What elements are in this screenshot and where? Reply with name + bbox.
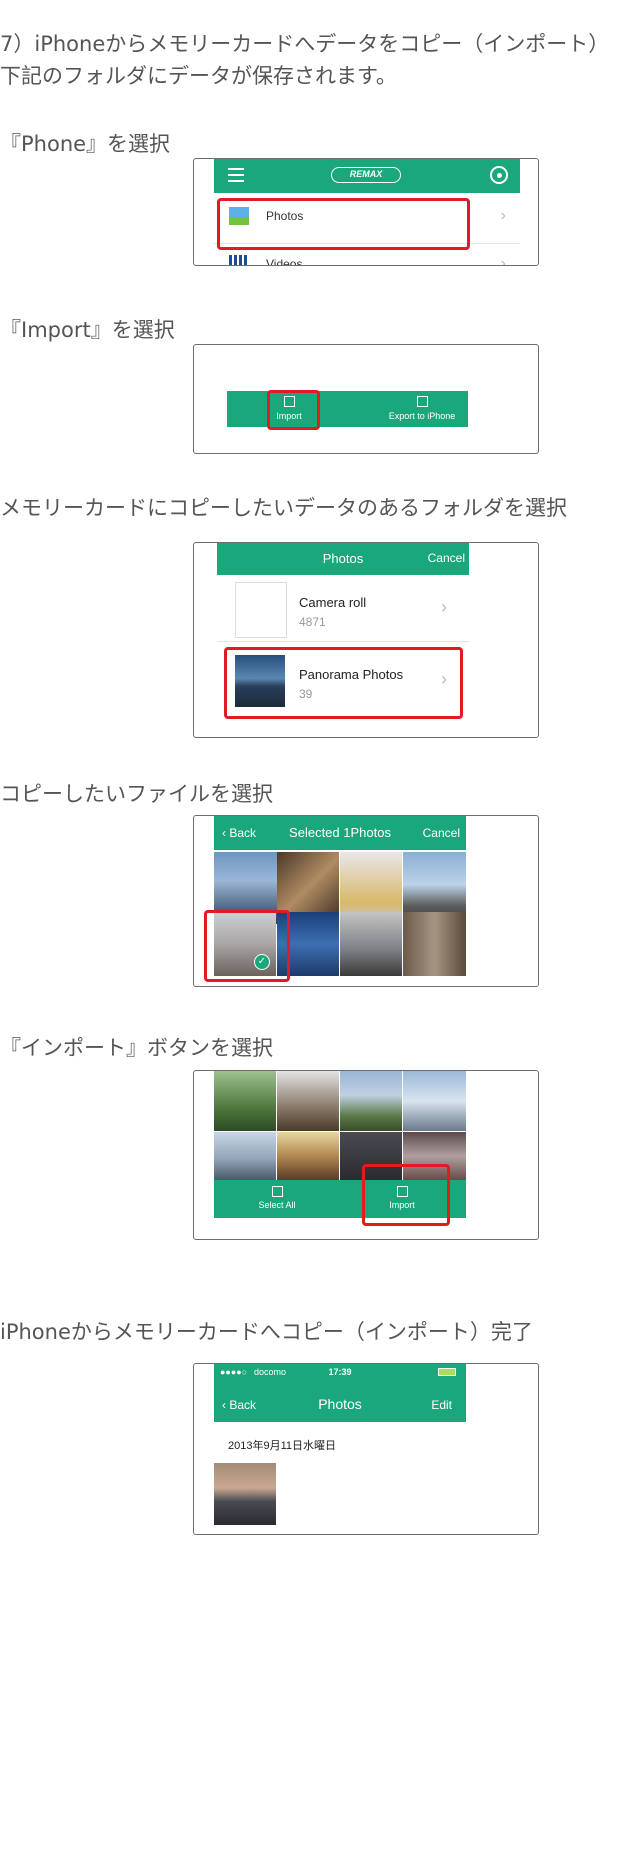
step-title: 7）iPhoneからメモリーカードへデータをコピー（インポート） xyxy=(0,32,610,56)
photo-thumbnail[interactable] xyxy=(214,1071,276,1131)
step-label-file: コピーしたいファイルを選択 xyxy=(0,782,273,806)
photo-thumbnail[interactable] xyxy=(214,1463,276,1525)
videos-icon xyxy=(229,255,249,265)
battery-icon xyxy=(438,1368,456,1376)
chevron-right-icon: › xyxy=(441,597,447,617)
step-label-phone: 『Phone』を選択 xyxy=(0,132,171,156)
select-all-button[interactable]: Select All xyxy=(244,1184,310,1216)
app-header: REMAX xyxy=(214,159,520,193)
app-header: ●●●●○ docomo 17:39 ‹ Back Photos Edit xyxy=(214,1364,466,1422)
edit-button[interactable]: Edit xyxy=(431,1398,452,1412)
export-icon xyxy=(416,396,428,407)
cancel-button[interactable]: Cancel xyxy=(423,826,460,840)
step-label-complete: iPhoneからメモリーカードへコピー（インポート）完了 xyxy=(0,1320,533,1344)
photo-thumbnail[interactable] xyxy=(403,912,466,976)
export-button[interactable]: Export to iPhone xyxy=(377,393,467,425)
screenshot-album-list: Photos Cancel Camera roll 4871 › Panoram… xyxy=(193,542,539,738)
step-label-folder: メモリーカードにコピーしたいデータのあるフォルダを選択 xyxy=(0,496,567,520)
album-name: Camera roll xyxy=(299,595,367,610)
highlight-import xyxy=(362,1164,450,1226)
photo-thumbnail[interactable] xyxy=(214,1132,276,1180)
menu-item-videos-label: Videos xyxy=(266,257,303,266)
highlight-panorama xyxy=(224,647,463,719)
step-label-import: 『Import』を選択 xyxy=(0,318,175,342)
date-header: 2013年9月11日水曜日 xyxy=(228,1440,337,1452)
chevron-right-icon: › xyxy=(500,207,506,224)
music-note-icon[interactable] xyxy=(490,166,508,184)
photo-thumbnail[interactable] xyxy=(403,1071,466,1131)
export-label: Export to iPhone xyxy=(388,411,456,421)
screenshot-import-button: Select All Import xyxy=(193,1070,539,1240)
time-label: 17:39 xyxy=(328,1367,352,1377)
highlight-selected-photo xyxy=(204,910,290,982)
album-header: Photos Cancel xyxy=(217,543,469,575)
camera-roll-thumbnail xyxy=(235,582,287,638)
select-all-icon xyxy=(271,1186,283,1197)
photo-thumbnail[interactable] xyxy=(277,1071,339,1131)
photo-thumbnail[interactable] xyxy=(340,912,402,976)
screenshot-import-bar: Import Export to iPhone xyxy=(193,344,539,454)
cancel-button[interactable]: Cancel xyxy=(428,551,465,565)
highlight-import xyxy=(267,390,320,430)
step-subtitle: 下記のフォルダにデータが保存されます。 xyxy=(0,64,397,88)
photo-thumbnail[interactable] xyxy=(277,1132,339,1180)
step-label-import-button: 『インポート』ボタンを選択 xyxy=(0,1036,273,1060)
hamburger-menu-icon[interactable] xyxy=(228,168,244,182)
album-count: 4871 xyxy=(299,615,326,629)
screenshot-phone-menu: REMAX Photos › Videos › xyxy=(193,158,539,266)
photo-thumbnail[interactable] xyxy=(340,1071,402,1131)
highlight-photos xyxy=(217,198,470,250)
select-all-label: Select All xyxy=(258,1200,296,1210)
status-bar: ●●●●○ docomo 17:39 xyxy=(214,1364,466,1382)
action-bar: Import Export to iPhone xyxy=(227,391,468,427)
screenshot-import-complete: ●●●●○ docomo 17:39 ‹ Back Photos Edit 20… xyxy=(193,1363,539,1535)
chevron-right-icon: › xyxy=(500,255,506,266)
remax-logo: REMAX xyxy=(331,167,401,183)
screenshot-photo-grid: ‹ Back Selected 1Photos Cancel ✓ xyxy=(193,815,539,987)
page-title: Photos xyxy=(318,1396,362,1412)
selection-header: ‹ Back Selected 1Photos Cancel xyxy=(214,816,466,850)
album-camera-roll[interactable]: Camera roll 4871 › xyxy=(217,575,469,642)
